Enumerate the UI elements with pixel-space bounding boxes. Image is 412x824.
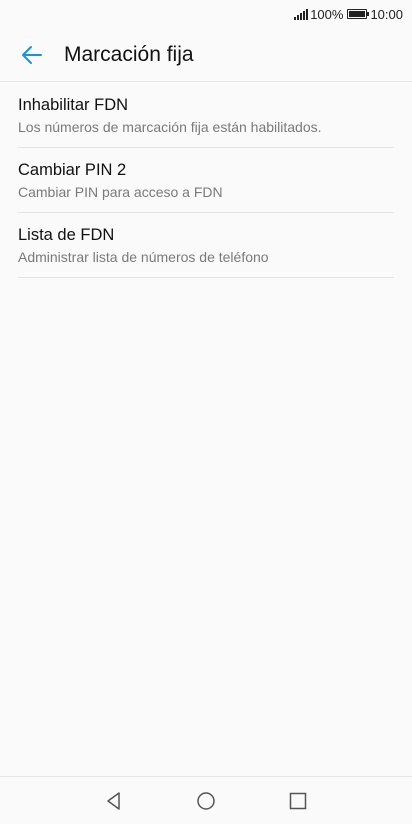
navigation-bar	[0, 776, 412, 824]
back-button[interactable]	[0, 28, 64, 82]
item-subtitle: Los números de marcación fija están habi…	[18, 119, 322, 135]
nav-home-button[interactable]	[186, 781, 226, 821]
settings-list: Inhabilitar FDN Los números de marcación…	[18, 83, 394, 278]
circle-home-icon	[197, 791, 215, 810]
item-title: Cambiar PIN 2	[18, 161, 127, 179]
item-title: Lista de FDN	[18, 226, 115, 244]
nav-back-button[interactable]	[94, 781, 134, 821]
item-subtitle: Cambiar PIN para acceso a FDN	[18, 184, 223, 200]
status-bar: 100% 10:00	[0, 0, 412, 28]
list-item-disable-fdn[interactable]: Inhabilitar FDN Los números de marcación…	[18, 83, 394, 148]
signal-icon	[294, 8, 309, 20]
screen: 100% 10:00 Marcación fija Inhabilitar FD…	[0, 0, 412, 824]
square-recents-icon	[289, 792, 307, 809]
list-item-fdn-list[interactable]: Lista de FDN Administrar lista de número…	[18, 213, 394, 278]
item-subtitle: Administrar lista de números de teléfono	[18, 249, 269, 265]
item-title: Inhabilitar FDN	[18, 96, 129, 114]
nav-recents-button[interactable]	[278, 781, 318, 821]
clock: 10:00	[370, 6, 403, 22]
battery-icon	[347, 9, 370, 19]
triangle-back-icon	[107, 791, 120, 810]
list-item-change-pin2[interactable]: Cambiar PIN 2 Cambiar PIN para acceso a …	[18, 148, 394, 213]
battery-percent: 100%	[310, 6, 344, 22]
page-title: Marcación fija	[64, 42, 194, 66]
battery-fill	[349, 11, 366, 17]
arrow-left-icon	[22, 45, 42, 64]
app-bar: Marcación fija	[0, 28, 412, 82]
